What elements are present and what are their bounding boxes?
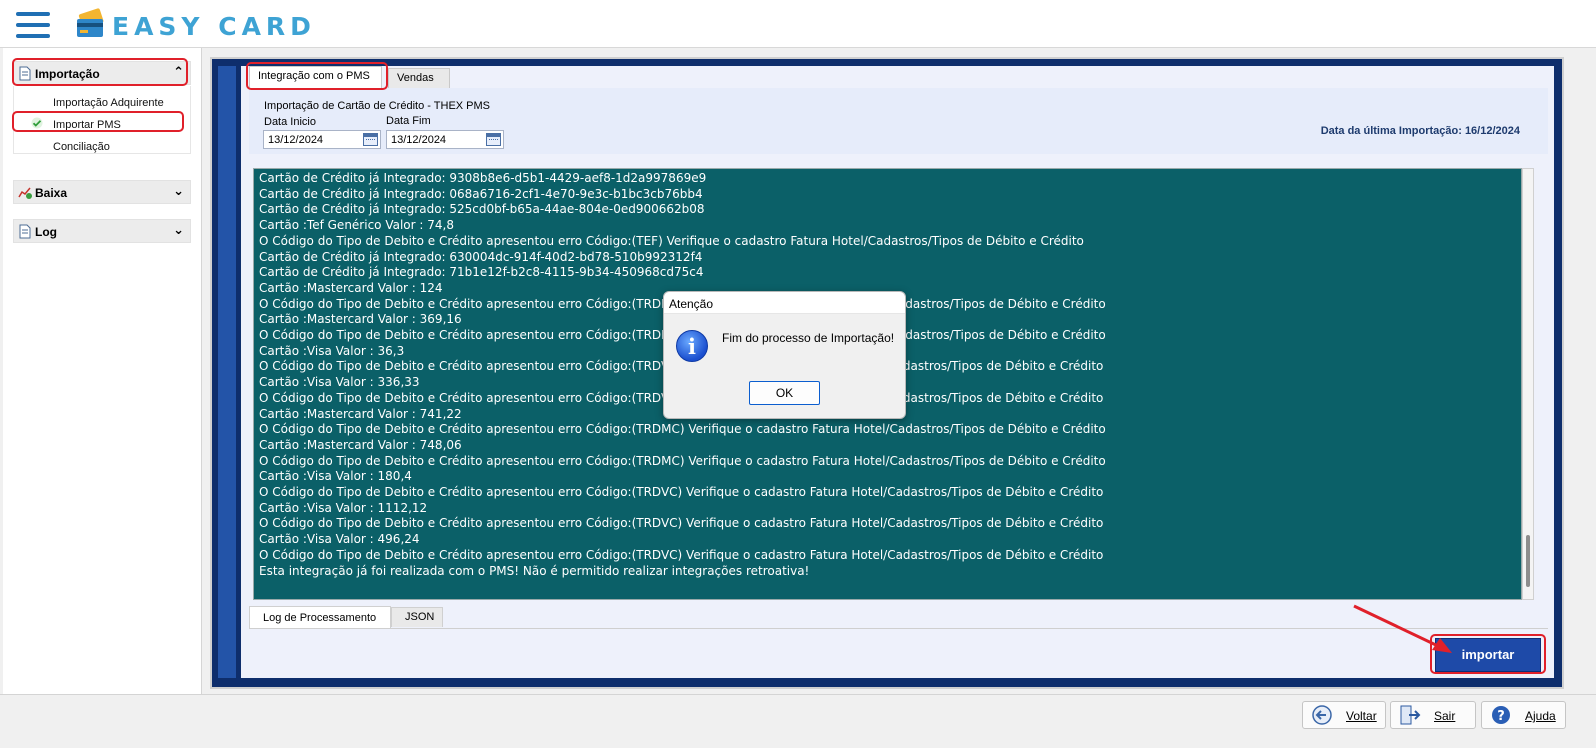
log-line: O Código do Tipo de Debito e Crédito apr… [259,422,1106,437]
log-line: Cartão de Crédito já Integrado: 9308b8e6… [259,171,707,185]
log-line: Cartão :Mastercard Valor : 741,22 [259,406,462,421]
document-icon [19,224,31,239]
last-import-date: Data da última Importação: 16/12/2024 [1320,125,1520,137]
sidebar: Importação ⌃ Importação Adquirente Impor… [3,48,202,694]
log-line: Cartão :Visa Valor : 496,24 [259,532,420,547]
tab-integracao-pms[interactable]: Integração com o PMS [249,66,382,88]
sair-label: Sair [1434,709,1456,723]
log-line: Cartão de Crédito já Integrado: 630004dc… [259,249,703,264]
log-line: Cartão :Mastercard Valor : 748,06 [259,437,462,452]
start-date-field[interactable]: 13/12/2024 [263,130,381,149]
log-line: Cartão :Visa Valor : 336,33 [259,375,420,390]
sidebar-item-conciliacao[interactable]: Conciliação [53,141,110,153]
tab-json[interactable]: JSON [391,607,443,627]
calendar-icon[interactable] [486,133,501,146]
calendar-icon[interactable] [363,133,378,146]
exit-door-icon [1400,705,1421,725]
log-scrollbar[interactable] [1522,168,1534,600]
end-date-field[interactable]: 13/12/2024 [386,130,504,149]
ajuda-label: Ajuda [1525,709,1556,723]
log-line: Cartão de Crédito já Integrado: 068a6716… [259,186,703,201]
back-arrow-icon [1312,705,1332,725]
log-line: Cartão :Visa Valor : 36,3 [259,343,405,358]
sidebar-section-log[interactable]: Log ⌄ [13,219,191,243]
log-line: O Código do Tipo de Debito e Crédito apr… [259,485,1104,499]
start-date-label: Data Inicio [264,116,316,128]
voltar-label: Voltar [1346,709,1377,723]
ajuda-button[interactable]: ? Ajuda [1481,701,1566,729]
end-date-value: 13/12/2024 [391,134,447,146]
alert-dialog: Atenção i Fim do processo de Importação!… [663,291,906,419]
voltar-button[interactable]: Voltar [1302,701,1386,729]
app-header: EASY CARD [0,0,1596,48]
sidebar-section-label: Log [35,225,57,239]
chart-check-icon [18,187,32,199]
end-date-label: Data Fim [386,115,431,127]
sidebar-item-importacao-adquirente[interactable]: Importação Adquirente [53,97,164,109]
svg-text:?: ? [1497,709,1505,724]
sidebar-item-importar-pms[interactable]: Importar PMS [53,119,121,131]
chevron-down-icon: ⌄ [173,222,184,237]
log-line: Cartão :Mastercard Valor : 124 [259,280,443,295]
sidebar-section-importacao[interactable]: Importação ⌃ [13,61,191,85]
sair-button[interactable]: Sair [1390,701,1476,729]
log-line: O Código do Tipo de Debito e Crédito apr… [259,547,1104,562]
filter-panel: Importação de Cartão de Crédito - THEX P… [249,88,1548,154]
log-line: Cartão :Visa Valor : 180,4 [259,469,412,484]
sidebar-section-label: Importação [35,67,100,81]
document-icon [19,66,31,81]
menu-icon[interactable] [16,12,50,38]
log-line: Esta integração já foi realizada com o P… [259,563,810,578]
footer-bar: Voltar Sair ? Ajuda [0,694,1596,748]
sidebar-submenu-importacao: Importação Adquirente Importar PMS Conci… [13,86,191,154]
help-icon: ? [1492,706,1510,724]
log-line: Cartão :Tef Genérico Valor : 74,8 [259,218,454,233]
start-date-value: 13/12/2024 [268,134,324,146]
ok-button[interactable]: OK [749,381,820,405]
log-line: O Código do Tipo de Debito e Crédito apr… [259,516,1104,531]
log-line: Cartão de Crédito já Integrado: 525cd0bf… [259,202,705,217]
chevron-down-icon: ⌄ [173,183,184,198]
log-line: Cartão :Visa Valor : 1112,12 [259,500,428,515]
importar-button[interactable]: importar [1435,638,1541,672]
sidebar-section-label: Baixa [35,186,68,200]
log-line: Cartão de Crédito já Integrado: 71b1e12f… [259,265,704,280]
sidebar-section-baixa[interactable]: Baixa ⌄ [13,180,191,204]
log-line: O Código do Tipo de Debito e Crédito apr… [259,233,1084,248]
dialog-message: Fim do processo de Importação! [722,331,895,345]
chevron-up-icon: ⌃ [173,64,184,79]
log-line: Cartão :Mastercard Valor : 369,16 [259,312,462,327]
logo-text: EASY CARD [112,12,316,41]
credit-card-logo-icon [77,8,104,37]
dialog-titlebar[interactable]: Atenção [664,292,905,314]
scrollbar-thumb[interactable] [1526,535,1530,587]
frame-strip [218,66,236,678]
tab-log-processamento[interactable]: Log de Processamento [249,606,391,628]
tab-vendas[interactable]: Vendas [388,68,450,88]
divider [249,628,1548,629]
log-line: O Código do Tipo de Debito e Crédito apr… [259,453,1106,468]
import-title: Importação de Cartão de Crédito - THEX P… [264,100,491,112]
check-icon [31,117,43,129]
dialog-title: Atenção [669,297,714,311]
info-icon: i [676,330,708,362]
